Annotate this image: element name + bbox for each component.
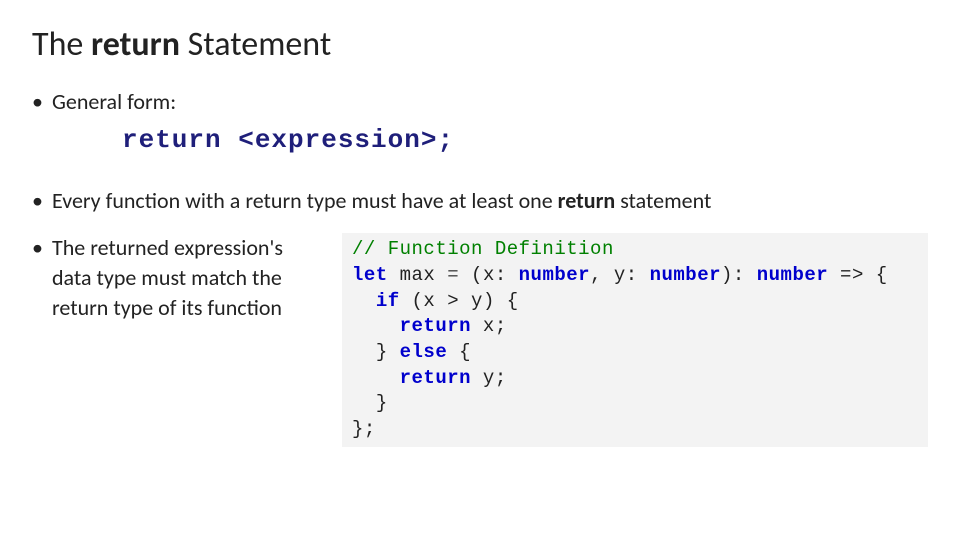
- ty-num1: number: [519, 264, 590, 286]
- close-paren: ):: [721, 264, 757, 286]
- op-eq: =: [447, 264, 459, 286]
- page-title: The return Statement: [32, 24, 928, 65]
- bullet2-pre: Every function with a return type must h…: [52, 187, 558, 214]
- fn-name: max: [388, 264, 448, 286]
- bullet2-kw: return: [558, 187, 616, 214]
- comma-y: , y:: [590, 264, 650, 286]
- code-comment: // Function Definition: [352, 238, 614, 260]
- bullet2-post: statement: [615, 187, 711, 214]
- else-close: {: [447, 341, 471, 363]
- ty-num2: number: [650, 264, 721, 286]
- title-post: Statement: [180, 24, 331, 65]
- kw-return-x: return: [400, 315, 471, 337]
- bullet-every-function: Every function with a return type must h…: [32, 186, 928, 216]
- outer-close: };: [352, 418, 376, 440]
- title-keyword: return: [91, 24, 180, 65]
- kw-return-y: return: [400, 367, 471, 389]
- paren-x: (x:: [459, 264, 519, 286]
- kw-else: else: [400, 341, 448, 363]
- bullet3-text: The returned expression's data type must…: [52, 233, 322, 322]
- arrow: => {: [828, 264, 888, 286]
- return-y: y;: [471, 367, 507, 389]
- bullet1-text: General form:: [52, 88, 176, 115]
- title-pre: The: [32, 24, 91, 65]
- if-cond: (x > y) {: [400, 290, 519, 312]
- bullet-two-column: The returned expression's data type must…: [32, 233, 928, 446]
- ty-num3: number: [757, 264, 828, 286]
- kw-let: let: [352, 264, 388, 286]
- bullet-list: General form: return <expression>; Every…: [32, 87, 928, 447]
- syntax-block: return <expression>;: [52, 117, 928, 168]
- else-open: }: [376, 341, 400, 363]
- bullet-general-form: General form: return <expression>;: [32, 87, 928, 168]
- return-x: x;: [471, 315, 507, 337]
- inner-close: }: [376, 392, 388, 414]
- kw-if: if: [376, 290, 400, 312]
- code-snippet: // Function Definition let max = (x: num…: [342, 233, 928, 446]
